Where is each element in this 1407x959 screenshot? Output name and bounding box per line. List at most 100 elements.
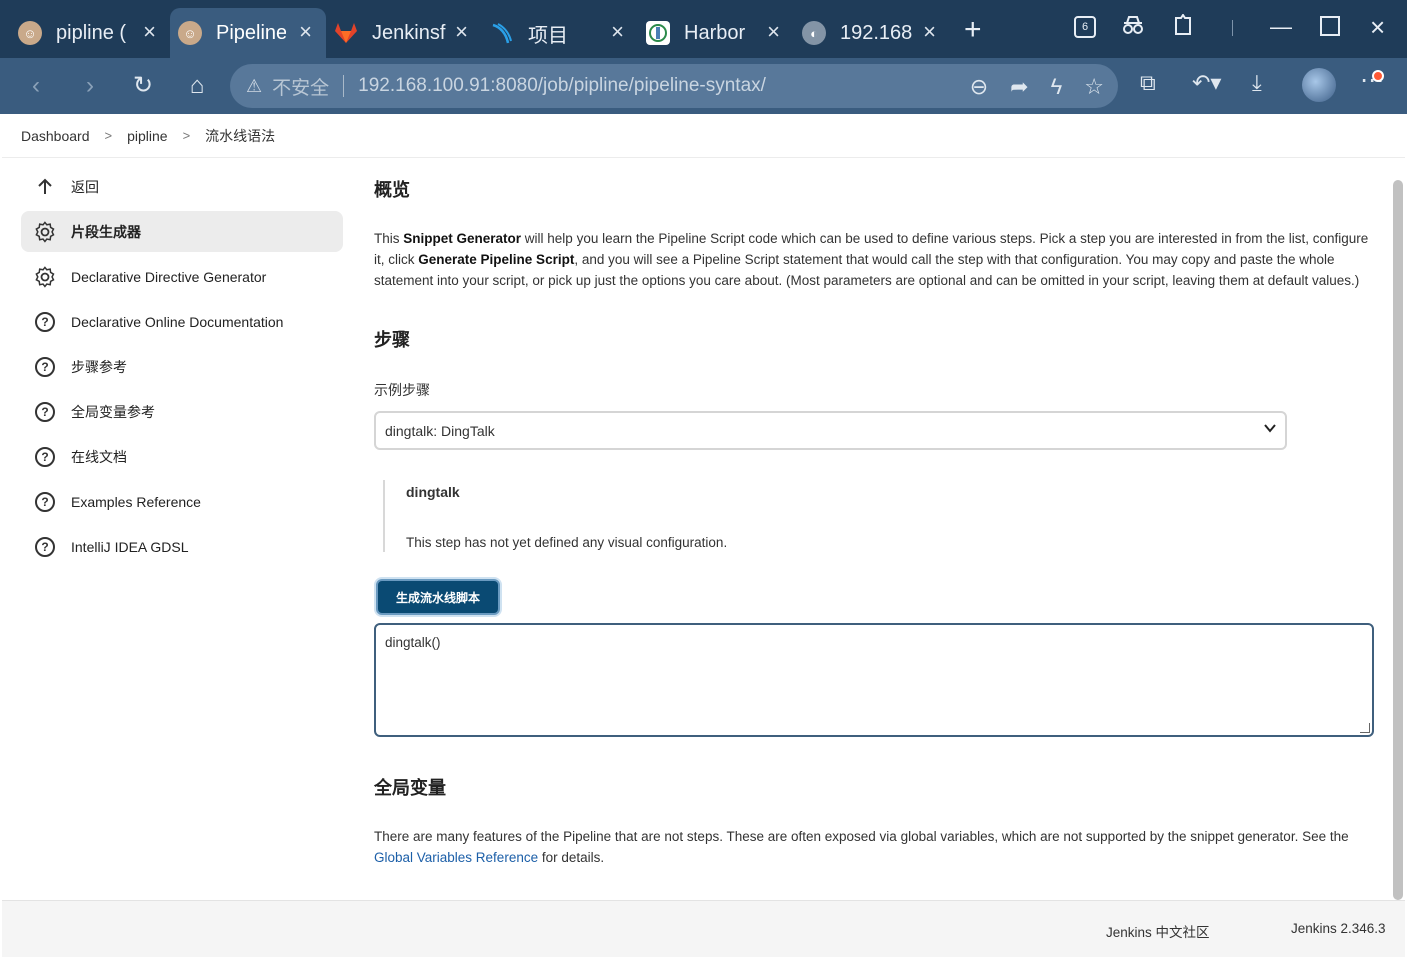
globe-icon: ◐ — [802, 21, 826, 45]
jenkins-page: Dashboard > pipline > 流水线语法 返回 片段生成器 Dec… — [2, 114, 1405, 957]
sidebar-item-online-docs[interactable]: ? 在线文档 — [21, 436, 343, 477]
page-footer: Jenkins 中文社区 Jenkins 2.346.3 — [2, 900, 1405, 957]
minimize-icon[interactable]: — — [1270, 14, 1292, 40]
download-icon[interactable]: ⤓ — [1252, 70, 1262, 96]
footer-community-link[interactable]: Jenkins 中文社区 — [1106, 921, 1210, 941]
overview-text: This Snippet Generator will help you lea… — [374, 228, 1374, 291]
insecure-label: 不安全 — [272, 77, 330, 99]
sidebar-item-directive-generator[interactable]: Declarative Directive Generator — [21, 256, 343, 297]
sidebar-item-global-variables-reference[interactable]: ? 全局变量参考 — [21, 391, 343, 432]
chevron-right-icon: > — [104, 128, 113, 143]
tab-title: Pipeline — [216, 21, 286, 44]
sidebar-item-label: 片段生成器 — [71, 223, 141, 240]
harbor-icon — [646, 21, 670, 45]
step-name: dingtalk — [406, 484, 460, 500]
chevron-right-icon: > — [182, 128, 191, 143]
tab-count: 6 — [1081, 21, 1089, 33]
snippet-generator-emphasis: Snippet Generator — [403, 231, 522, 246]
sidebar-item-label: Examples Reference — [71, 493, 201, 510]
omnibox-actions: ⊖ ➦ ϟ ☆ — [970, 74, 1104, 100]
share-icon[interactable]: ➦ — [1010, 74, 1028, 100]
help-circle-icon: ? — [33, 310, 57, 334]
tab-search-icon[interactable]: 6 — [1074, 16, 1096, 38]
browser-tab-active[interactable]: ☺ Pipeline × — [170, 8, 326, 58]
tab-title: Harbor — [684, 21, 746, 44]
sidebar-item-steps-reference[interactable]: ? 步骤参考 — [21, 346, 343, 387]
sidebar-item-snippet-generator[interactable]: 片段生成器 — [21, 211, 343, 252]
lightning-icon[interactable]: ϟ — [1051, 74, 1063, 100]
sidebar-item-label: Declarative Directive Generator — [71, 268, 267, 285]
forward-icon[interactable]: › — [74, 70, 106, 102]
sample-step-label: 示例步骤 — [374, 382, 430, 398]
browser-tab-strip: ☺ pipline ( × ☺ Pipeline × Jenkinsf × 项目… — [0, 0, 1407, 58]
resize-handle-icon[interactable] — [1360, 723, 1370, 733]
sidebar-item-back[interactable]: 返回 — [21, 166, 343, 207]
help-circle-icon: ? — [33, 490, 57, 514]
close-icon[interactable]: × — [455, 20, 468, 44]
browser-tab[interactable]: ☺ pipline ( × — [0, 8, 170, 58]
notification-dot — [1372, 70, 1384, 82]
sidebar-item-examples-reference[interactable]: ? Examples Reference — [21, 481, 343, 522]
browser-tab[interactable]: Harbor × — [638, 8, 794, 58]
window-close-icon[interactable]: × — [1370, 12, 1385, 43]
footer-version[interactable]: Jenkins 2.346.3 — [1291, 921, 1386, 936]
page-scrollbar[interactable] — [1393, 180, 1403, 900]
tab-title: 192.168 — [840, 21, 913, 44]
jenkins-icon: ☺ — [18, 21, 42, 45]
warning-icon[interactable]: ⚠ — [246, 76, 262, 97]
help-circle-icon: ? — [33, 400, 57, 424]
new-tab-button[interactable]: + — [964, 14, 982, 46]
sidebar-item-online-documentation[interactable]: ? Declarative Online Documentation — [21, 301, 343, 342]
url-text[interactable]: 192.168.100.91:8080/job/pipline/pipeline… — [358, 75, 766, 97]
close-icon[interactable]: × — [611, 20, 624, 44]
global-variables-reference-link[interactable]: Global Variables Reference — [374, 850, 538, 865]
tab-title: 项目 — [528, 24, 568, 47]
help-circle-icon: ? — [33, 355, 57, 379]
help-circle-icon: ? — [33, 445, 57, 469]
sidebar-item-label: 全局变量参考 — [71, 403, 155, 420]
back-icon[interactable]: ‹ — [20, 70, 52, 102]
gear-icon — [33, 265, 57, 289]
close-icon[interactable]: × — [143, 20, 156, 44]
tab-title: Jenkinsf — [372, 21, 446, 44]
breadcrumb-dashboard[interactable]: Dashboard — [21, 128, 90, 144]
browser-tab[interactable]: 项目 × — [482, 8, 638, 58]
breadcrumb-job[interactable]: pipline — [127, 128, 167, 144]
zoom-out-icon[interactable]: ⊖ — [970, 74, 988, 100]
incognito-icon[interactable] — [1120, 14, 1146, 42]
close-icon[interactable]: × — [299, 20, 312, 44]
generate-script-emphasis: Generate Pipeline Script — [418, 252, 575, 267]
help-circle-icon: ? — [33, 535, 57, 559]
extension-icon[interactable] — [1172, 13, 1194, 42]
sample-step-select[interactable]: dingtalk: DingTalk — [374, 411, 1287, 450]
profile-avatar[interactable] — [1302, 68, 1336, 102]
generate-pipeline-script-button[interactable]: 生成流水线脚本 — [376, 579, 500, 615]
sidebar-item-label: 步骤参考 — [71, 358, 127, 375]
undo-dropdown-icon[interactable]: ↶▾ — [1192, 70, 1221, 96]
address-bar[interactable]: ⚠ 不安全 192.168.100.91:8080/job/pipline/pi… — [230, 64, 1118, 108]
step-config-block: dingtalk This step has not yet defined a… — [383, 480, 1283, 552]
sidebar-item-label: 返回 — [71, 178, 99, 195]
reload-icon[interactable]: ↻ — [127, 70, 159, 102]
generated-script-textarea[interactable]: dingtalk() — [374, 623, 1374, 737]
breadcrumb: Dashboard > pipline > 流水线语法 — [2, 114, 1405, 158]
breadcrumb-current[interactable]: 流水线语法 — [205, 126, 275, 146]
browser-tab[interactable]: Jenkinsf × — [326, 8, 482, 58]
extensions-icon[interactable]: ⧉ — [1140, 70, 1156, 96]
bookmark-star-icon[interactable]: ☆ — [1084, 74, 1104, 100]
browser-toolbar: ‹ › ↻ ⌂ ⚠ 不安全 192.168.100.91:8080/job/pi… — [0, 58, 1407, 114]
close-icon[interactable]: × — [767, 20, 780, 44]
home-icon[interactable]: ⌂ — [181, 70, 213, 102]
step-description: This step has not yet defined any visual… — [406, 535, 728, 550]
maximize-icon[interactable] — [1320, 16, 1340, 36]
gitlab-icon — [334, 21, 358, 45]
sample-step-value: dingtalk: DingTalk — [385, 422, 495, 439]
arrow-up-icon — [33, 175, 57, 199]
sidebar-item-intellij-gdsl[interactable]: ? IntelliJ IDEA GDSL — [21, 526, 343, 567]
browser-tab[interactable]: ◐ 192.168 × — [794, 8, 950, 58]
sidebar-item-label: 在线文档 — [71, 448, 127, 465]
tab-title: pipline ( — [56, 21, 127, 44]
sidebar-item-label: IntelliJ IDEA GDSL — [71, 538, 189, 555]
chevron-down-icon — [1263, 421, 1277, 440]
close-icon[interactable]: × — [923, 20, 936, 44]
